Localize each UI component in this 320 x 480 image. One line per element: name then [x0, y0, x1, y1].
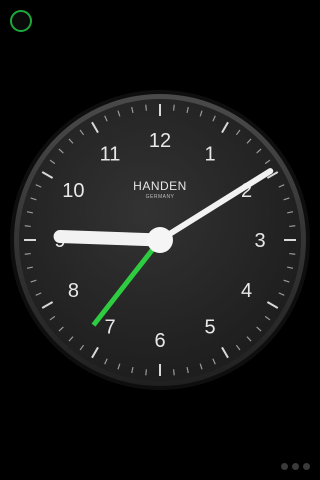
analog-clock: 121234567891011 HANDEN GERMANY — [0, 80, 320, 400]
numeral-6: 6 — [154, 330, 165, 352]
numeral-4: 4 — [241, 280, 252, 302]
numeral-1: 1 — [204, 143, 215, 165]
page-indicator[interactable] — [281, 463, 310, 470]
brand-name: HANDEN — [133, 179, 187, 193]
hour-hand — [53, 230, 167, 247]
status-indicator[interactable] — [10, 10, 32, 32]
numeral-11: 11 — [100, 143, 121, 165]
numeral-5: 5 — [204, 317, 215, 339]
minute-tick — [145, 369, 148, 376]
hand-pivot — [147, 227, 173, 253]
page-dot[interactable] — [292, 463, 299, 470]
minute-tick — [24, 252, 31, 255]
brand-subtitle: GERMANY — [146, 194, 175, 200]
numeral-7: 7 — [104, 317, 115, 339]
numeral-10: 10 — [62, 180, 84, 202]
page-dot[interactable] — [281, 463, 288, 470]
numeral-12: 12 — [149, 130, 171, 152]
minute-tick — [145, 104, 148, 111]
minute-tick — [24, 225, 31, 228]
clock-face-svg: 121234567891011 HANDEN GERMANY — [10, 90, 310, 390]
numeral-3: 3 — [254, 230, 265, 252]
minute-tick — [172, 369, 175, 376]
minute-tick — [172, 104, 175, 111]
minute-tick — [289, 225, 296, 228]
numeral-8: 8 — [68, 280, 79, 302]
minute-tick — [289, 252, 296, 255]
page-dot[interactable] — [303, 463, 310, 470]
